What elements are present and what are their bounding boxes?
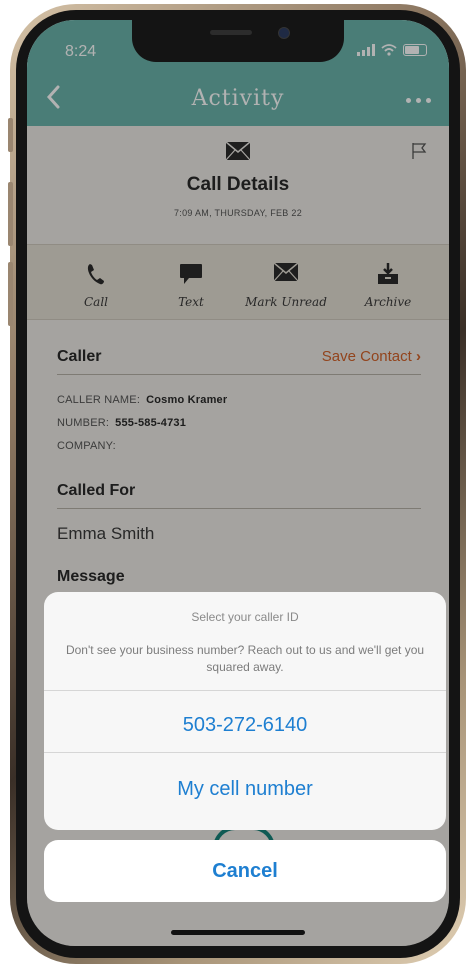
side-button xyxy=(8,118,13,152)
sheet-message: Don't see your business number? Reach ou… xyxy=(65,643,425,674)
caller-id-action-sheet: Select your caller ID Don't see your bus… xyxy=(44,592,446,830)
divider xyxy=(44,752,446,753)
cancel-button[interactable]: Cancel xyxy=(44,840,446,902)
camera xyxy=(278,27,290,39)
divider xyxy=(44,690,446,691)
sheet-title: Select your caller ID xyxy=(191,610,299,624)
home-indicator[interactable] xyxy=(171,930,305,935)
screen: 8:24 Activity Call Details 7:09 AM, THUR… xyxy=(27,20,449,946)
caller-id-option-cell[interactable]: My cell number xyxy=(44,764,446,814)
notch xyxy=(132,20,344,62)
caller-id-option-business[interactable]: 503-272-6140 xyxy=(44,700,446,750)
side-button xyxy=(8,182,13,246)
side-button xyxy=(8,262,13,326)
speaker xyxy=(210,30,252,35)
